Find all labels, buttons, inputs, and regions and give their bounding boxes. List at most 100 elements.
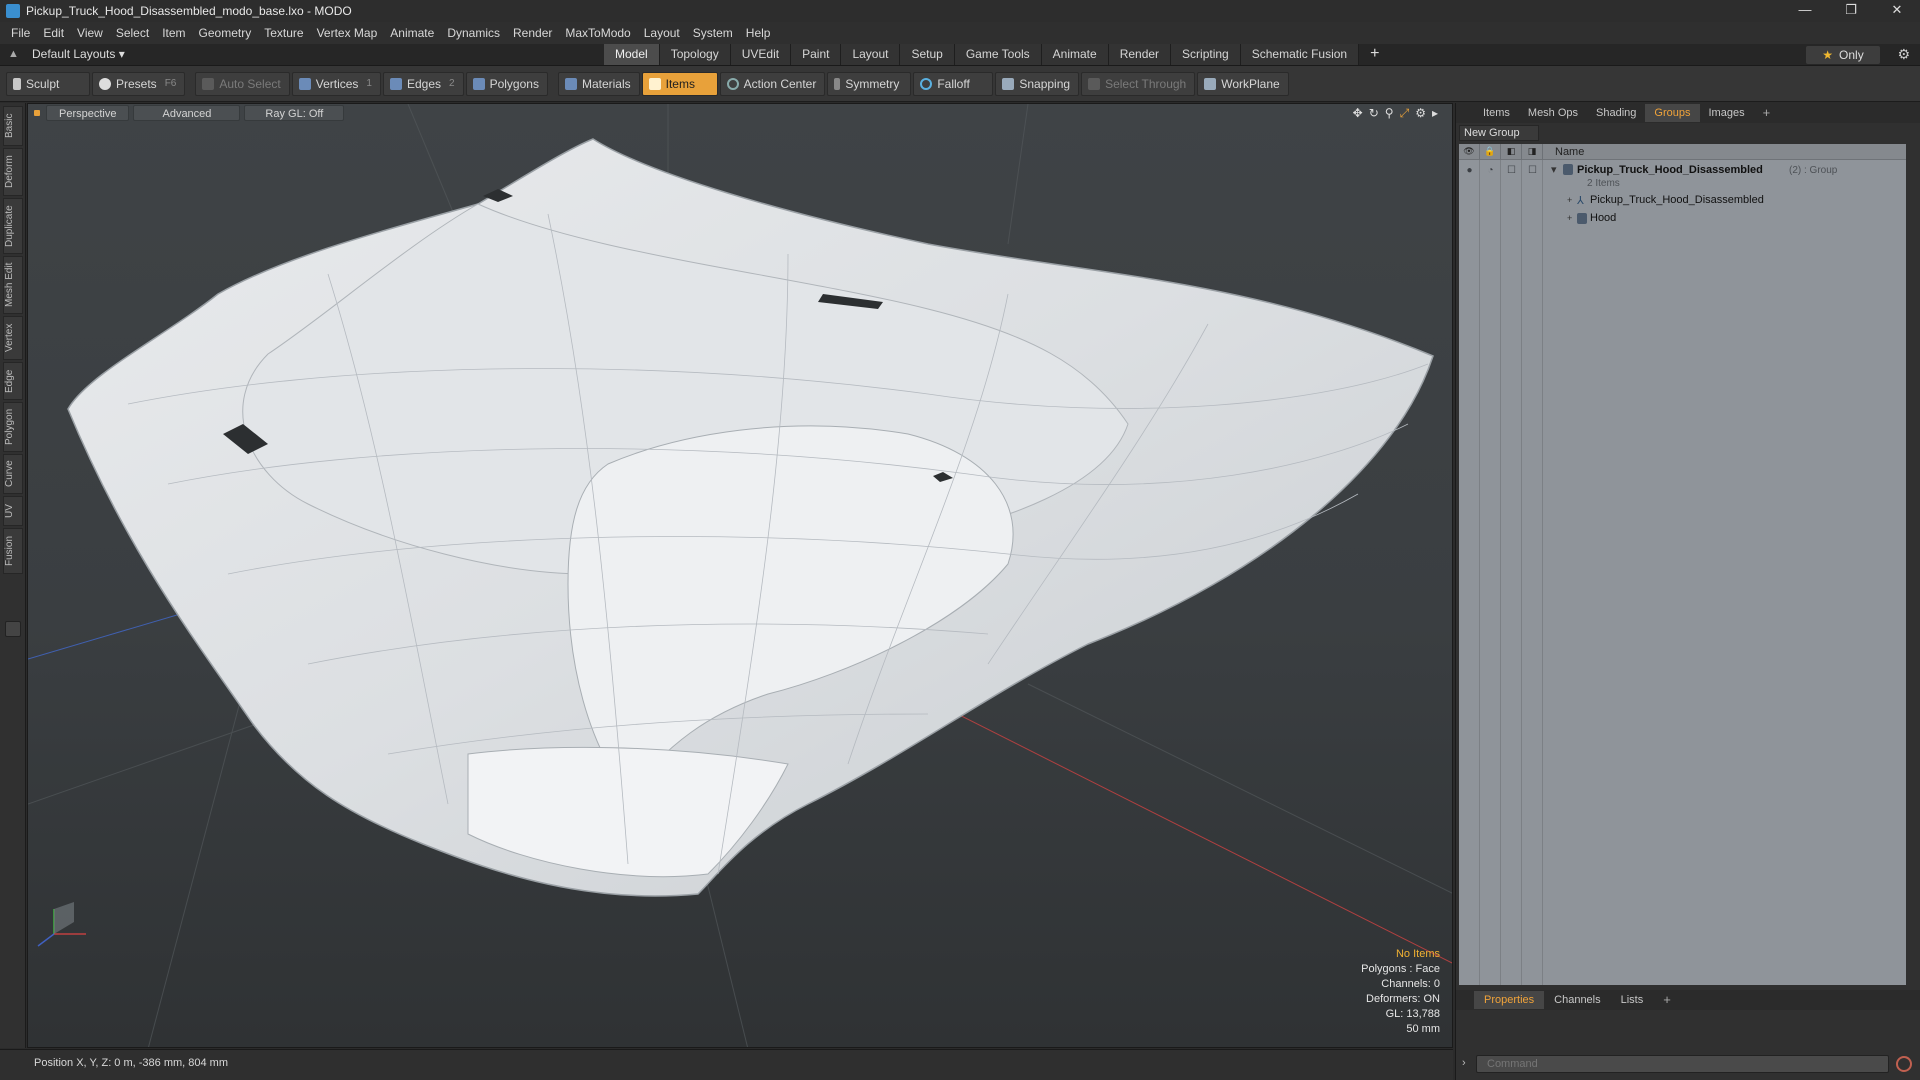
- tab-images[interactable]: Images: [1700, 104, 1754, 122]
- command-input[interactable]: [1476, 1055, 1889, 1073]
- action-center-button[interactable]: Action Center: [719, 71, 826, 96]
- gear-icon[interactable]: ⚙: [1897, 46, 1910, 63]
- pan-icon[interactable]: ✥: [1353, 106, 1363, 121]
- vtab-deform[interactable]: Deform: [3, 148, 23, 196]
- strip-toggle-button[interactable]: [5, 621, 21, 637]
- 3d-viewport[interactable]: Perspective Advanced Ray GL: Off ✥ ↻ ⚲ ⤢…: [27, 103, 1453, 1048]
- vertices-button[interactable]: Vertices 1: [291, 71, 381, 96]
- vtab-edge[interactable]: Edge: [3, 362, 23, 400]
- raygl-toggle[interactable]: Ray GL: Off: [244, 105, 345, 121]
- tab-game-tools[interactable]: Game Tools: [954, 44, 1042, 65]
- menu-animate[interactable]: Animate: [390, 26, 434, 40]
- command-arrow-icon[interactable]: ›: [1462, 1057, 1466, 1069]
- edges-button[interactable]: Edges 2: [382, 71, 464, 96]
- tab-topology[interactable]: Topology: [659, 44, 731, 65]
- tab-groups[interactable]: Groups: [1645, 104, 1700, 122]
- list-item[interactable]: + ⅄ Pickup_Truck_Hood_Disassembled: [1459, 192, 1906, 210]
- tab-animate[interactable]: Animate: [1041, 44, 1109, 65]
- select-through-button[interactable]: Select Through: [1081, 71, 1196, 96]
- tab-lists[interactable]: Lists: [1611, 991, 1654, 1009]
- falloff-button[interactable]: Falloff: [913, 71, 994, 96]
- tab-mesh-ops[interactable]: Mesh Ops: [1519, 104, 1587, 122]
- viewport-expand-icon[interactable]: ▸: [1432, 106, 1438, 121]
- layout-collapse-icon[interactable]: ▲: [8, 48, 20, 60]
- tab-setup[interactable]: Setup: [900, 44, 955, 65]
- menu-layout[interactable]: Layout: [644, 26, 680, 40]
- select-column-icon[interactable]: ◨: [1522, 143, 1543, 160]
- item-expand-icon[interactable]: +: [1567, 195, 1572, 205]
- viewport-canvas[interactable]: [28, 104, 1453, 1048]
- vtab-mesh-edit[interactable]: Mesh Edit: [3, 256, 23, 314]
- menu-dynamics[interactable]: Dynamics: [447, 26, 500, 40]
- sculpt-button[interactable]: Sculpt: [6, 71, 90, 96]
- add-tab-button[interactable]: +: [1359, 44, 1390, 65]
- menu-texture[interactable]: Texture: [264, 26, 303, 40]
- menu-render[interactable]: Render: [513, 26, 552, 40]
- menu-file[interactable]: File: [11, 26, 30, 40]
- lock-column-icon[interactable]: 🔒: [1480, 143, 1501, 160]
- auto-select-icon: [202, 77, 215, 90]
- tab-uvedit[interactable]: UVEdit: [730, 44, 792, 65]
- vtab-curve[interactable]: Curve: [3, 454, 23, 494]
- groups-list[interactable]: 👁 🔒 ◧ ◨ Name ● ◔ ☐ ☐ ▾ Pickup_Truck_Hood…: [1459, 143, 1906, 985]
- only-toggle[interactable]: ★ Only: [1806, 46, 1880, 64]
- falloff-icon: [920, 77, 933, 90]
- visibility-column-icon[interactable]: 👁: [1459, 143, 1480, 160]
- view-type-dropdown[interactable]: Perspective: [46, 105, 130, 121]
- render-column-icon[interactable]: ◧: [1501, 143, 1522, 160]
- menu-view[interactable]: View: [77, 26, 103, 40]
- menu-system[interactable]: System: [693, 26, 733, 40]
- menu-vertex-map[interactable]: Vertex Map: [317, 26, 378, 40]
- fit-icon[interactable]: ⤢: [1400, 106, 1410, 121]
- vtab-fusion[interactable]: Fusion: [3, 528, 23, 574]
- rotate-icon[interactable]: ↻: [1369, 106, 1379, 121]
- vtab-uv[interactable]: UV: [3, 496, 23, 526]
- items-button[interactable]: Items: [641, 71, 718, 96]
- list-item[interactable]: + Hood: [1459, 210, 1906, 228]
- add-panel-tab-button[interactable]: +: [1754, 104, 1780, 122]
- tab-paint[interactable]: Paint: [791, 44, 842, 65]
- locator-icon: ⅄: [1577, 195, 1584, 207]
- tab-schematic-fusion[interactable]: Schematic Fusion: [1240, 44, 1360, 65]
- tab-model[interactable]: Model: [604, 44, 660, 65]
- vtab-basic[interactable]: Basic: [3, 106, 23, 146]
- menu-item[interactable]: Item: [162, 26, 185, 40]
- tab-render[interactable]: Render: [1108, 44, 1172, 65]
- symmetry-button[interactable]: Symmetry: [827, 71, 912, 96]
- tab-properties[interactable]: Properties: [1474, 991, 1545, 1009]
- menu-geometry[interactable]: Geometry: [199, 26, 252, 40]
- tab-scripting[interactable]: Scripting: [1171, 44, 1241, 65]
- viewport-settings-icon[interactable]: ⚙: [1415, 106, 1426, 121]
- vtab-polygon[interactable]: Polygon: [3, 402, 23, 452]
- viewport-header: Perspective Advanced Ray GL: Off: [28, 104, 1452, 122]
- layouts-dropdown[interactable]: ▲ Default Layouts ▾: [8, 47, 125, 61]
- close-button[interactable]: ✕: [1874, 0, 1920, 22]
- vtab-vertex[interactable]: Vertex: [3, 316, 23, 360]
- zoom-icon[interactable]: ⚲: [1385, 106, 1394, 121]
- edges-icon: [389, 77, 402, 90]
- menu-help[interactable]: Help: [746, 26, 771, 40]
- minimize-button[interactable]: —: [1782, 0, 1828, 22]
- auto-select-button[interactable]: Auto Select: [195, 71, 290, 96]
- item-expand-icon[interactable]: +: [1567, 213, 1572, 223]
- shading-dropdown[interactable]: Advanced: [133, 105, 241, 121]
- snapping-button[interactable]: Snapping: [995, 71, 1080, 96]
- falloff-label: Falloff: [937, 76, 970, 91]
- workplane-button[interactable]: WorkPlane: [1197, 71, 1289, 96]
- vtab-duplicate[interactable]: Duplicate: [3, 198, 23, 254]
- tab-layout[interactable]: Layout: [841, 44, 901, 65]
- tab-items[interactable]: Items: [1474, 104, 1519, 122]
- presets-button[interactable]: Presets F6: [92, 71, 186, 96]
- tab-shading[interactable]: Shading: [1587, 104, 1645, 122]
- menu-select[interactable]: Select: [116, 26, 149, 40]
- materials-button[interactable]: Materials: [557, 71, 640, 96]
- tab-channels[interactable]: Channels: [1544, 991, 1610, 1009]
- viewport-menu-icon[interactable]: [34, 110, 40, 116]
- menu-edit[interactable]: Edit: [43, 26, 64, 40]
- add-props-tab-button[interactable]: +: [1653, 991, 1681, 1009]
- polygons-button[interactable]: Polygons: [465, 71, 548, 96]
- new-group-button[interactable]: New Group: [1459, 125, 1539, 141]
- menu-maxtomodo[interactable]: MaxToModo: [565, 26, 630, 40]
- record-icon[interactable]: [1896, 1056, 1912, 1072]
- maximize-button[interactable]: ❐: [1828, 0, 1874, 22]
